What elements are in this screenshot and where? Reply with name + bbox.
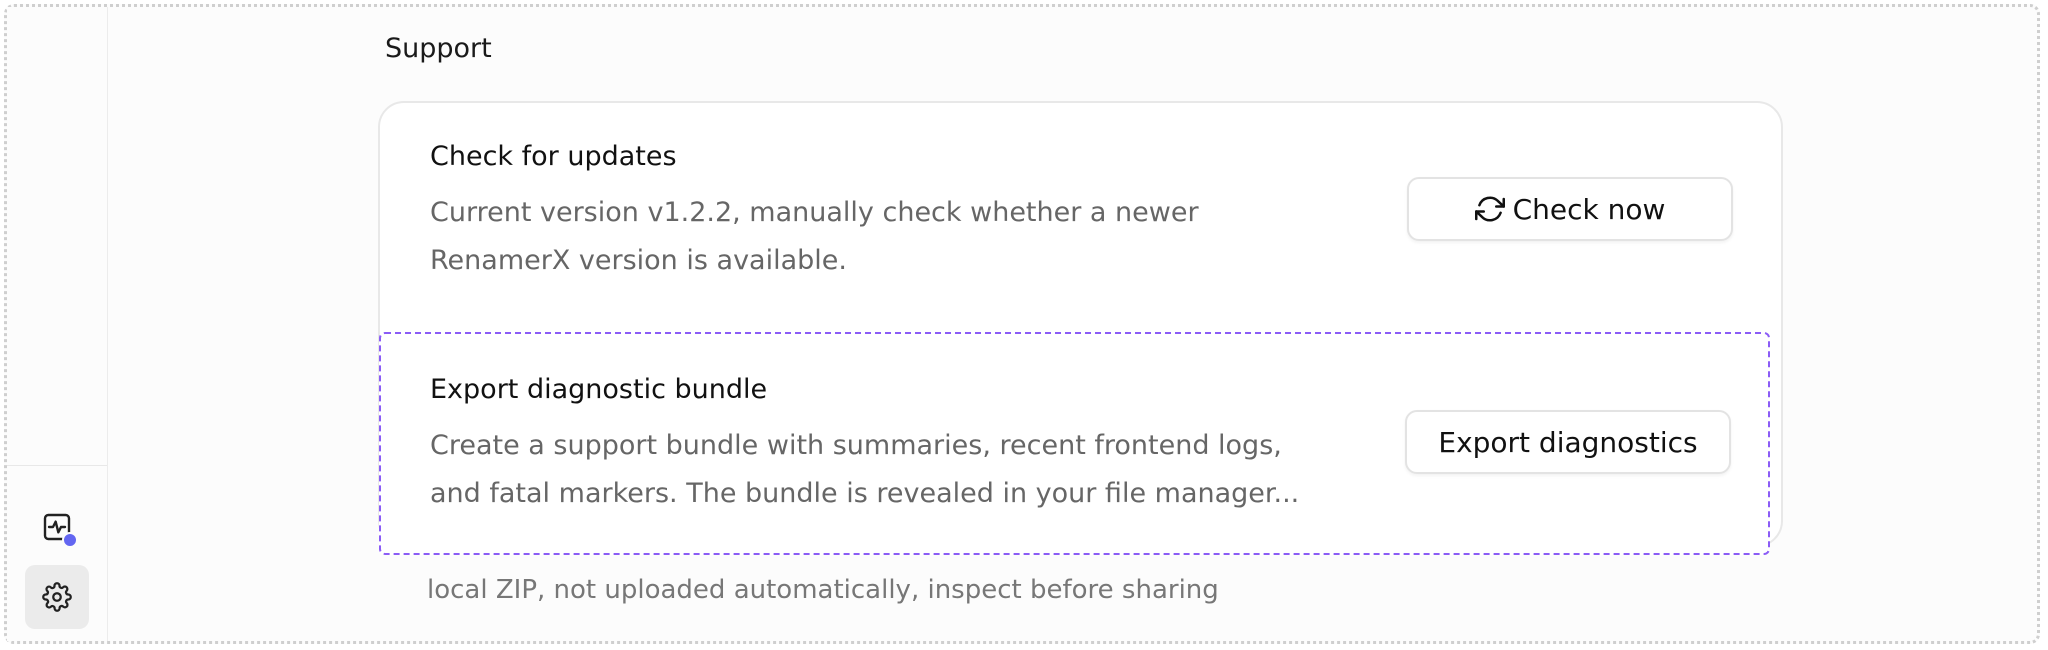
diagnostics-footnote: local ZIP, not uploaded automatically, i… <box>427 575 1219 605</box>
export-diagnostics-button[interactable]: Export diagnostics <box>1405 410 1731 474</box>
diagnostics-row: Export diagnostic bundle Create a suppor… <box>379 332 1770 555</box>
refresh-icon <box>1474 194 1505 224</box>
updates-title: Check for updates <box>430 141 677 172</box>
sidebar-item-settings[interactable] <box>25 565 89 629</box>
diagnostics-description: Create a support bundle with summaries, … <box>430 430 1300 509</box>
check-now-button[interactable]: Check now <box>1407 177 1733 241</box>
section-title: Support <box>385 33 492 64</box>
updates-description: Current version v1.2.2, manually check w… <box>430 197 1199 276</box>
export-diagnostics-label: Export diagnostics <box>1438 425 1698 459</box>
gear-icon <box>42 582 72 612</box>
status-dot <box>62 532 78 548</box>
settings-window: Support Check for updates Current versio… <box>4 4 2040 644</box>
sidebar-item-activity[interactable] <box>25 495 89 559</box>
sidebar-divider <box>7 465 107 466</box>
sidebar <box>7 7 108 641</box>
diagnostics-title: Export diagnostic bundle <box>430 374 768 405</box>
check-now-label: Check now <box>1512 192 1666 226</box>
updates-row: Check for updates Current version v1.2.2… <box>380 103 1781 333</box>
